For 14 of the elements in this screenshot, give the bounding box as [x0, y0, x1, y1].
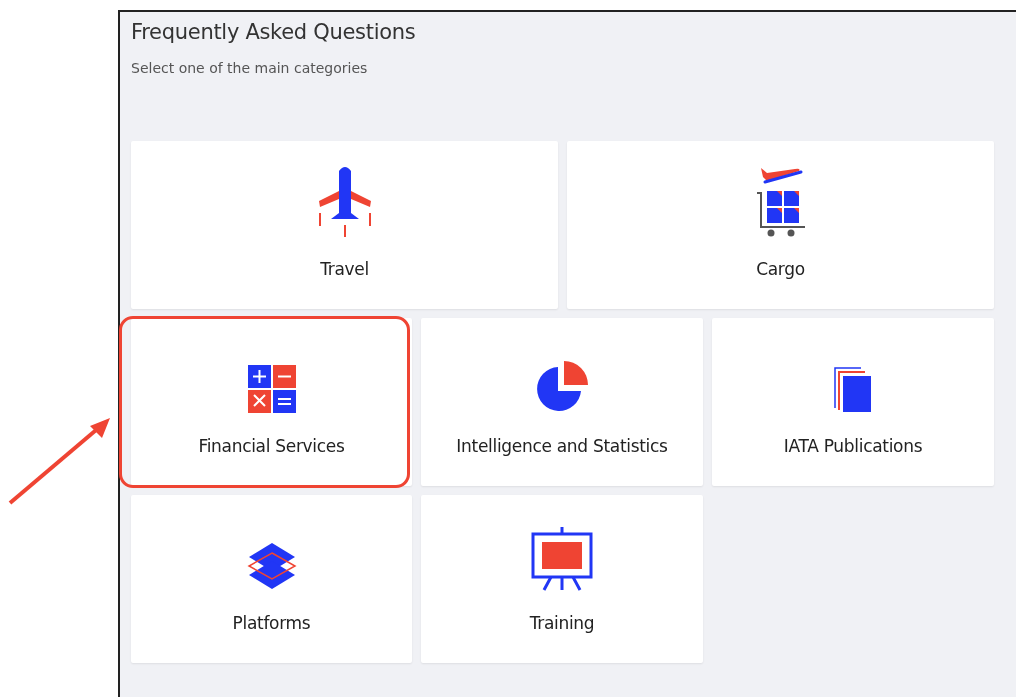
pie-chart-icon: [535, 360, 589, 414]
category-card[interactable]: Cargo: [567, 141, 994, 309]
calculator-icon: [246, 364, 297, 414]
documents-icon: [833, 366, 873, 414]
presentation-easel-icon: [531, 527, 593, 591]
airplane-icon: [316, 165, 373, 237]
category-card[interactable]: IATA Publications: [712, 318, 994, 486]
layers-icon: [246, 541, 297, 591]
page-title: Frequently Asked Questions: [131, 20, 417, 44]
category-card[interactable]: Training: [421, 495, 703, 663]
category-card[interactable]: Travel: [131, 141, 558, 309]
page-subtitle: Select one of the main categories: [131, 60, 369, 76]
category-card[interactable]: Intelligence and Statistics: [421, 318, 703, 486]
category-card[interactable]: Platforms: [131, 495, 412, 663]
